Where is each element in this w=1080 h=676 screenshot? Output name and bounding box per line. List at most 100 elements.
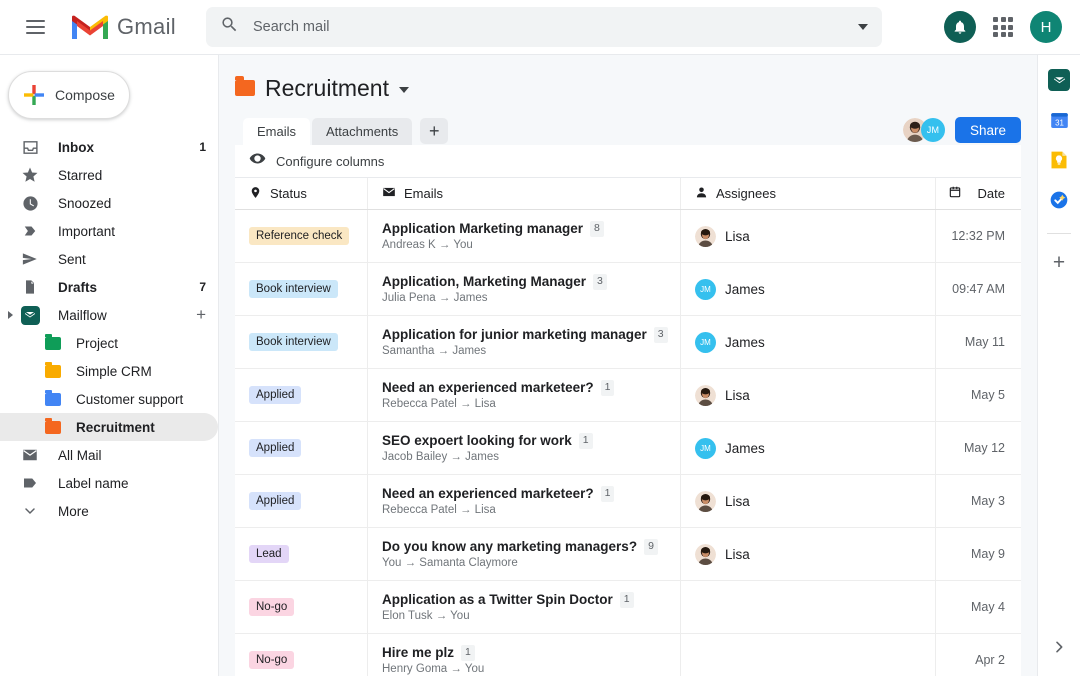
- notifications-button[interactable]: [944, 11, 976, 43]
- cell-assignees[interactable]: Lisa: [681, 210, 936, 262]
- search-options-icon[interactable]: [857, 24, 868, 30]
- cell-assignees[interactable]: [681, 581, 936, 633]
- status-badge[interactable]: No-go: [249, 598, 295, 616]
- column-header-assignees[interactable]: Assignees: [681, 178, 936, 209]
- mailflow-icon[interactable]: [1048, 69, 1070, 91]
- calendar-icon[interactable]: 31: [1048, 109, 1070, 131]
- status-badge[interactable]: Applied: [249, 386, 302, 404]
- cell-assignees[interactable]: Lisa: [681, 369, 936, 421]
- add-panel-button[interactable]: +: [1053, 252, 1065, 273]
- subject-line: Need an experienced marketeer? 1: [382, 380, 615, 396]
- table-row[interactable]: No-go Hire me plz 1 Henry Goma → You Apr 2: [235, 634, 1021, 676]
- sidebar-item-drafts[interactable]: Drafts 7: [0, 273, 218, 301]
- right-side-panel: 31 +: [1037, 55, 1080, 676]
- tab-emails[interactable]: Emails: [243, 118, 311, 145]
- share-button[interactable]: Share: [954, 117, 1021, 143]
- sidebar-item-important[interactable]: Important: [0, 217, 218, 245]
- email-subject: Application for junior marketing manager: [382, 327, 647, 343]
- tab-attachments[interactable]: Attachments: [312, 118, 413, 145]
- chevron-right-icon[interactable]: [1051, 639, 1067, 660]
- pin-icon: [249, 186, 262, 202]
- sidebar-item-count: 7: [199, 280, 206, 294]
- gmail-brand: Gmail: [70, 12, 176, 42]
- cell-assignees[interactable]: Lisa: [681, 528, 936, 580]
- message-count: 3: [593, 274, 607, 290]
- avatar: [695, 384, 716, 406]
- sidebar-item-label-name[interactable]: Label name: [0, 469, 218, 497]
- cell-date: May 9: [970, 547, 1005, 561]
- column-header-label: Date: [977, 186, 1005, 201]
- sidebar-item-mailflow[interactable]: Mailflow +: [0, 301, 218, 329]
- table-row[interactable]: Reference check Application Marketing man…: [235, 210, 1021, 263]
- search-input[interactable]: [252, 19, 858, 35]
- subject-line: Hire me plz 1: [382, 645, 475, 661]
- configure-columns-row[interactable]: Configure columns: [235, 145, 1021, 178]
- subject-line: Application, Marketing Manager 3: [382, 274, 607, 290]
- sidebar-item-inbox[interactable]: Inbox 1: [0, 133, 218, 161]
- sidebar-item-all-mail[interactable]: All Mail: [0, 441, 218, 469]
- search-container: [205, 7, 882, 47]
- cell-assignees[interactable]: [681, 634, 936, 676]
- header-actions: JM Share: [902, 117, 1021, 145]
- assignee-name: Lisa: [725, 546, 750, 562]
- sidebar-item-more[interactable]: More: [0, 497, 218, 525]
- account-avatar[interactable]: H: [1030, 11, 1062, 43]
- status-badge[interactable]: Reference check: [249, 227, 350, 245]
- collaborator-avatar[interactable]: JM: [920, 118, 945, 142]
- keep-icon[interactable]: [1048, 149, 1070, 171]
- subject-line: Do you know any marketing managers? 9: [382, 539, 658, 555]
- hamburger-menu-icon[interactable]: [18, 10, 52, 44]
- triangle-right-icon[interactable]: [8, 311, 13, 319]
- cell-date: Apr 2: [975, 653, 1005, 667]
- cell-date: May 11: [964, 335, 1005, 349]
- column-header-status[interactable]: Status: [235, 178, 368, 209]
- email-subject: Application, Marketing Manager: [382, 274, 587, 290]
- status-badge[interactable]: Lead: [249, 545, 289, 563]
- cell-emails: Application, Marketing Manager 3 Julia Pen…: [368, 263, 681, 315]
- status-badge[interactable]: Book interview: [249, 280, 338, 298]
- email-subject: Do you know any marketing managers?: [382, 539, 638, 555]
- tasks-icon[interactable]: [1048, 189, 1070, 211]
- table-row[interactable]: Applied SEO expoert looking for work 1 Jaco…: [235, 422, 1021, 475]
- column-header-date[interactable]: Date: [936, 178, 1021, 209]
- cell-status: No-go: [235, 581, 368, 633]
- table-row[interactable]: Book interview Application, Marketing Man…: [235, 263, 1021, 316]
- table-row[interactable]: Book interview Application for junior mar…: [235, 316, 1021, 369]
- table-row[interactable]: Lead Do you know any marketing managers? 9…: [235, 528, 1021, 581]
- sidebar-item-starred[interactable]: Starred: [0, 161, 218, 189]
- cell-status: Applied: [235, 422, 368, 474]
- sidebar-item-snoozed[interactable]: Snoozed: [0, 189, 218, 217]
- status-badge[interactable]: No-go: [249, 651, 295, 669]
- status-badge[interactable]: Book interview: [249, 333, 338, 351]
- sidebar-item-simple-crm[interactable]: Simple CRM: [0, 357, 218, 385]
- mailflow-add-icon[interactable]: +: [196, 305, 206, 325]
- sidebar-item-label: More: [58, 503, 89, 519]
- table-row[interactable]: No-go Application as a Twitter Spin Docto…: [235, 581, 1021, 634]
- status-badge[interactable]: Applied: [249, 492, 302, 510]
- avatar: JM: [695, 331, 716, 353]
- gmail-app: Gmail H: [0, 0, 1080, 676]
- cell-assignees[interactable]: JM James: [681, 263, 936, 315]
- cell-assignees[interactable]: JM James: [681, 422, 936, 474]
- sidebar-item-count: 1: [199, 140, 206, 154]
- status-badge[interactable]: Applied: [249, 439, 302, 457]
- compose-button[interactable]: Compose: [8, 71, 130, 119]
- table-row[interactable]: Applied Need an experienced marketeer? 1 Re…: [235, 475, 1021, 528]
- sidebar-item-sent[interactable]: Sent: [0, 245, 218, 273]
- configure-columns-label: Configure columns: [276, 153, 385, 169]
- add-tab-button[interactable]: +: [420, 118, 449, 144]
- message-count: 1: [461, 645, 475, 661]
- chevron-down-icon[interactable]: [398, 87, 409, 93]
- sidebar-item-customer-support[interactable]: Customer support: [0, 385, 218, 413]
- sidebar-item-project[interactable]: Project: [0, 329, 218, 357]
- subject-line: Application as a Twitter Spin Doctor 1: [382, 592, 634, 608]
- search-bar[interactable]: [205, 7, 882, 47]
- apps-grid-icon[interactable]: [990, 14, 1016, 40]
- column-header-emails[interactable]: Emails: [368, 178, 681, 209]
- sidebar-item-recruitment[interactable]: Recruitment: [0, 413, 218, 441]
- compose-label: Compose: [55, 87, 115, 103]
- table-row[interactable]: Applied Need an experienced marketeer? 1 Re…: [235, 369, 1021, 422]
- cell-date: May 4: [970, 600, 1005, 614]
- cell-assignees[interactable]: JM James: [681, 316, 936, 368]
- cell-assignees[interactable]: Lisa: [681, 475, 936, 527]
